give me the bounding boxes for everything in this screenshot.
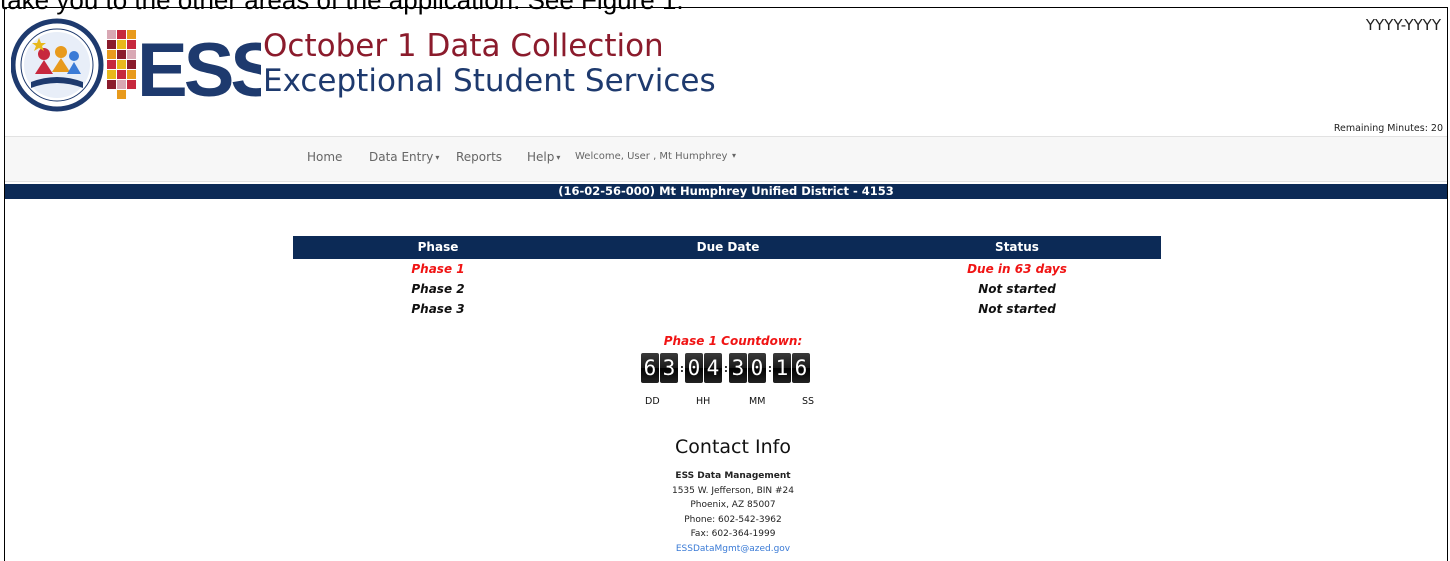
session-remaining-minutes: Remaining Minutes: 20 xyxy=(1333,123,1443,134)
minutes-digit: 0 xyxy=(748,353,766,383)
chevron-down-icon: ▾ xyxy=(435,153,440,162)
phase-name: Phase 3 xyxy=(411,302,465,316)
app-header: ESS October 1 Data Collection Exceptiona… xyxy=(5,8,1447,136)
main-navbar: Home Data Entry ▾ Reports Help ▾ Welcome, … xyxy=(5,136,1447,182)
district-banner: (16-02-56-000) Mt Humphrey Unified Distr… xyxy=(5,184,1447,199)
app-window: ESS October 1 Data Collection Exceptiona… xyxy=(4,7,1448,561)
year-range: YYYY-YYYY xyxy=(1365,16,1441,34)
contact-address-line2: Phoenix, AZ 85007 xyxy=(690,500,776,510)
unit-label-hours: HH xyxy=(696,396,711,407)
svg-text:ESS: ESS xyxy=(137,28,261,113)
ade-ess-logo: ESS xyxy=(11,18,261,113)
table-row: Phase 1 Due in 63 days xyxy=(293,259,1161,279)
chevron-down-icon: ▾ xyxy=(729,151,736,160)
column-header-due-date: Due Date xyxy=(696,240,760,254)
hours-digit: 0 xyxy=(685,353,703,383)
days-digit: 3 xyxy=(660,353,678,383)
table-row: Phase 3 Not started xyxy=(293,299,1161,319)
hours-digit: 4 xyxy=(704,353,722,383)
app-title-line2: Exceptional Student Services xyxy=(263,63,716,99)
minutes-digit: 3 xyxy=(729,353,747,383)
contact-phone: Phone: 602-542-3962 xyxy=(684,514,782,525)
contact-email-link[interactable]: ESSDataMgmt@azed.gov xyxy=(583,542,883,557)
unit-label-days: DD xyxy=(645,396,660,407)
contact-address-line1: 1535 W. Jefferson, BIN #24 xyxy=(671,485,795,496)
nav-help-dropdown[interactable]: Help ▾ xyxy=(527,150,560,164)
phase-status: Not started xyxy=(978,282,1056,296)
contact-fax: Fax: 602-364-1999 xyxy=(690,529,776,539)
phase-table: Phase Due Date Status Phase 1 Due in 63 … xyxy=(293,236,1161,319)
unit-label-minutes: MM xyxy=(749,396,766,407)
seconds-digit: 6 xyxy=(792,353,810,383)
nav-reports-link[interactable]: Reports xyxy=(456,150,502,164)
welcome-user-label: Welcome, User , Mt Humphrey xyxy=(575,151,728,162)
phase-table-header: Phase Due Date Status xyxy=(293,236,1161,259)
user-menu-dropdown[interactable]: Welcome, User , Mt Humphrey ▾ xyxy=(575,151,736,162)
phase-status: Not started xyxy=(978,302,1056,316)
app-title-line1: October 1 Data Collection xyxy=(263,28,664,64)
contact-info-block: ESS Data Management 1535 W. Jefferson, B… xyxy=(583,469,883,556)
days-digit: 6 xyxy=(641,353,659,383)
phase-name: Phase 1 xyxy=(411,262,465,276)
nav-data-entry-label: Data Entry xyxy=(369,150,434,164)
contact-org: ESS Data Management xyxy=(675,471,791,481)
countdown-clock: 6 3 : 0 4 : 3 0 : 1 6 xyxy=(641,351,811,385)
nav-home-link[interactable]: Home xyxy=(307,150,342,164)
chevron-down-icon: ▾ xyxy=(556,153,561,162)
nav-help-label: Help xyxy=(527,150,555,164)
unit-label-seconds: SS xyxy=(802,396,815,407)
table-row: Phase 2 Not started xyxy=(293,279,1161,299)
column-header-phase: Phase xyxy=(417,240,459,254)
column-header-status: Status xyxy=(995,240,1039,254)
nav-data-entry-dropdown[interactable]: Data Entry ▾ xyxy=(369,150,439,164)
seconds-digit: 1 xyxy=(773,353,791,383)
contact-info-heading: Contact Info xyxy=(675,436,791,458)
countdown-label: Phase 1 Countdown: xyxy=(663,334,803,348)
phase-name: Phase 2 xyxy=(411,282,465,296)
phase-status: Due in 63 days xyxy=(967,262,1067,276)
